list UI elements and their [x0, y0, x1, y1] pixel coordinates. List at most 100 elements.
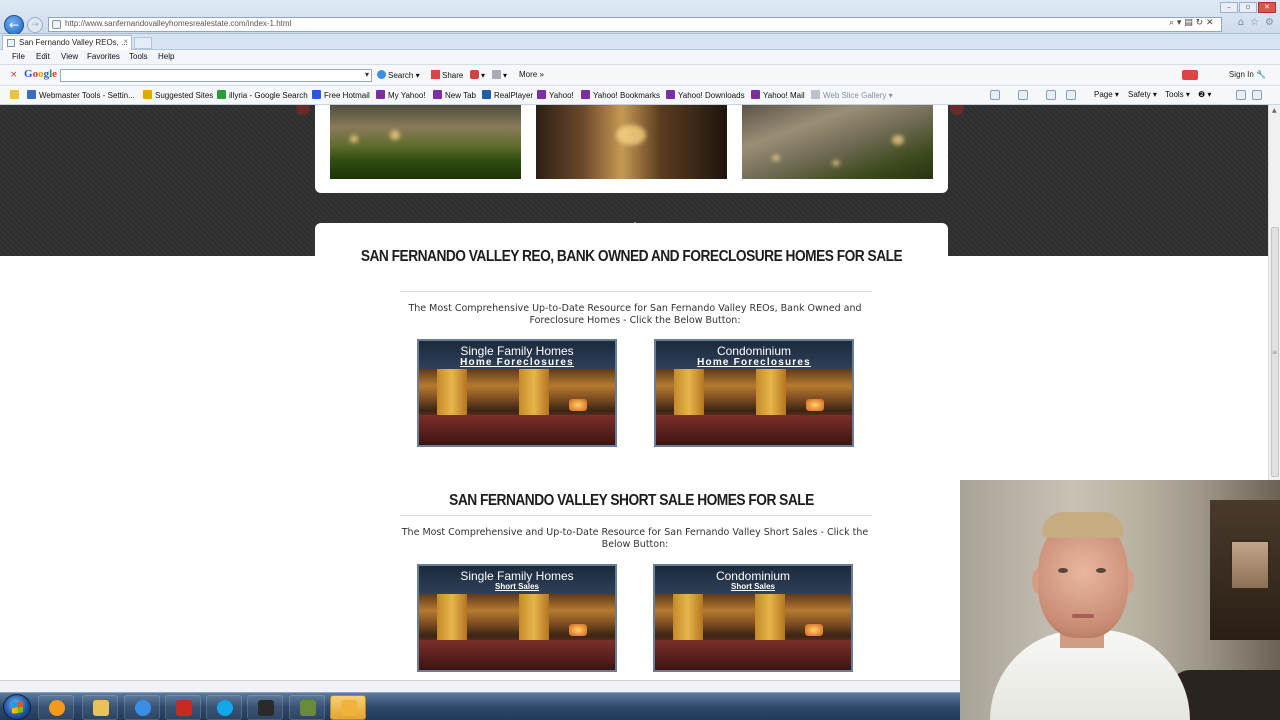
tab-title: San Fernando Valley REOs, ...	[19, 38, 128, 47]
taskbar-network-tool[interactable]	[289, 695, 325, 720]
toolbar-overflow-icon[interactable]	[1252, 90, 1262, 100]
bookmark-icon	[470, 70, 479, 79]
menu-tools[interactable]: Tools	[129, 52, 148, 61]
mail-icon[interactable]	[1046, 90, 1056, 100]
menu-help[interactable]: Help	[158, 52, 174, 61]
back-arrow-icon: ←	[8, 18, 20, 32]
home-icon[interactable]: ⌂	[1238, 17, 1244, 28]
google-toolbar: × Google ▾ Search ▾ Share ▾ ▾ More » Sig…	[0, 65, 1280, 86]
favorite-item[interactable]: Yahoo! Downloads	[666, 90, 745, 100]
more-button[interactable]: More »	[519, 70, 544, 79]
favorites-star-button[interactable]	[10, 90, 22, 100]
page-menu[interactable]: Page ▾	[1094, 90, 1119, 99]
banner-subtitle: Home Foreclosures	[460, 357, 574, 368]
tools-menu[interactable]: Tools ▾	[1165, 90, 1190, 99]
page-icon	[52, 20, 61, 29]
address-controls[interactable]: ⌕ ▾ ▤ ↻ ✕	[1169, 18, 1214, 28]
share-button[interactable]: Share	[431, 70, 463, 80]
favorite-icon	[376, 90, 385, 99]
favorites-star-icon[interactable]: ☆	[1250, 17, 1259, 28]
favorite-item[interactable]: My Yahoo!	[376, 90, 426, 100]
tool-options-button[interactable]: ▾	[492, 70, 507, 80]
gallery-photo[interactable]	[742, 105, 933, 179]
outlook-icon	[341, 700, 357, 716]
gallery-photo[interactable]	[330, 105, 521, 179]
network-icon	[300, 700, 316, 716]
tab-active[interactable]: San Fernando Valley REOs, ... ×	[2, 35, 132, 50]
favorite-item[interactable]: Web Slice Gallery ▾	[811, 90, 893, 100]
sign-in-button[interactable]: Sign In 🔧	[1229, 70, 1266, 79]
favorite-icon	[581, 90, 590, 99]
settings-gear-icon[interactable]: ⚙	[1265, 17, 1274, 28]
toolbar-badge-icon[interactable]	[1182, 70, 1198, 80]
browser-titlebar: ← → http://www.sanfernandovalleyhomesrea…	[0, 0, 1280, 35]
home-page-icon[interactable]	[990, 90, 1000, 100]
google-search-button[interactable]: Search ▾	[377, 70, 420, 80]
menu-file[interactable]: File	[12, 52, 25, 61]
taskbar-outlook[interactable]	[330, 695, 366, 720]
menu-favorites[interactable]: Favorites	[87, 52, 120, 61]
taskbar-media-player[interactable]	[38, 695, 74, 720]
taskbar-file-explorer[interactable]	[82, 695, 118, 720]
forward-arrow-icon: →	[31, 20, 39, 30]
favorite-item[interactable]: RealPlayer	[482, 90, 533, 100]
favorite-item[interactable]: Yahoo! Bookmarks	[581, 90, 660, 100]
feeds-icon[interactable]	[1018, 90, 1028, 100]
wrench-icon[interactable]: 🔧	[1256, 70, 1266, 79]
favorite-item[interactable]: Suggested Sites	[143, 90, 213, 100]
gallery-photo[interactable]	[536, 105, 727, 179]
taskbar-filezilla[interactable]	[165, 695, 201, 720]
minimize-button[interactable]: –	[1220, 2, 1238, 13]
chevron-down-icon[interactable]: ▾	[365, 70, 369, 79]
gallery-card	[315, 105, 948, 193]
single-family-short-sales-button[interactable]: Single Family Homes Short Sales	[417, 564, 617, 672]
forward-button[interactable]: →	[27, 17, 43, 33]
browser-right-icons: ⌂ ☆ ⚙	[1238, 17, 1274, 28]
scroll-up-icon[interactable]: ▲	[1272, 107, 1277, 114]
menu-view[interactable]: View	[61, 52, 78, 61]
favorite-item[interactable]: Yahoo!	[537, 90, 574, 100]
address-url[interactable]: http://www.sanfernandovalleyhomesrealest…	[65, 19, 291, 28]
research-icon[interactable]	[1236, 90, 1246, 100]
help-menu[interactable]: ❷ ▾	[1198, 90, 1211, 99]
safety-menu[interactable]: Safety ▾	[1128, 90, 1157, 99]
favorite-item[interactable]: Webmaster Tools - Settin...	[27, 90, 135, 100]
tab-strip: San Fernando Valley REOs, ... ×	[0, 34, 1280, 50]
menu-edit[interactable]: Edit	[36, 52, 50, 61]
favorite-icon	[666, 90, 675, 99]
favorite-item[interactable]: Free Hotmail	[312, 90, 370, 100]
condominium-short-sales-button[interactable]: Condominium Short Sales	[653, 564, 853, 672]
scroll-grip-icon: ≡	[1272, 349, 1278, 356]
single-family-foreclosures-button[interactable]: Single Family Homes Home Foreclosures	[417, 339, 617, 447]
close-toolbar-icon[interactable]: ×	[10, 70, 18, 80]
condominium-foreclosures-button[interactable]: Condominium Home Foreclosures	[654, 339, 854, 447]
start-button[interactable]	[3, 694, 31, 720]
new-tab-button[interactable]	[134, 37, 152, 49]
close-window-button[interactable]: ✕	[1258, 2, 1276, 13]
favorite-item[interactable]: New Tab	[433, 90, 476, 100]
taskbar-skype[interactable]	[206, 695, 242, 720]
favorite-item[interactable]: Yahoo! Mail	[751, 90, 805, 100]
bookmark-button[interactable]: ▾	[470, 70, 485, 80]
filezilla-icon	[176, 700, 192, 716]
google-search-input[interactable]: ▾	[60, 69, 372, 82]
address-bar[interactable]: http://www.sanfernandovalleyhomesrealest…	[48, 17, 1222, 32]
favorite-icon	[751, 90, 760, 99]
short-sale-section-title: SAN FERNANDO VALLEY SHORT SALE HOMES FOR…	[449, 492, 814, 509]
reo-section-description: The Most Comprehensive Up-to-Date Resour…	[408, 303, 862, 326]
favorite-icon	[537, 90, 546, 99]
print-icon[interactable]	[1066, 90, 1076, 100]
maximize-button[interactable]: ▫	[1239, 2, 1257, 13]
share-icon	[431, 70, 440, 79]
favorite-icon	[482, 90, 491, 99]
favorite-item[interactable]: illyria - Google Search	[217, 90, 308, 100]
divider	[400, 515, 872, 516]
taskbar-camera-app[interactable]	[247, 695, 283, 720]
google-logo: Google	[24, 68, 58, 80]
tab-close-icon[interactable]: ×	[123, 37, 128, 46]
banner-subtitle: Home Foreclosures	[697, 357, 811, 368]
favorite-icon	[312, 90, 321, 99]
banner-title: Condominium	[716, 344, 792, 358]
back-button[interactable]: ←	[4, 15, 24, 35]
taskbar-internet-explorer[interactable]	[124, 695, 160, 720]
